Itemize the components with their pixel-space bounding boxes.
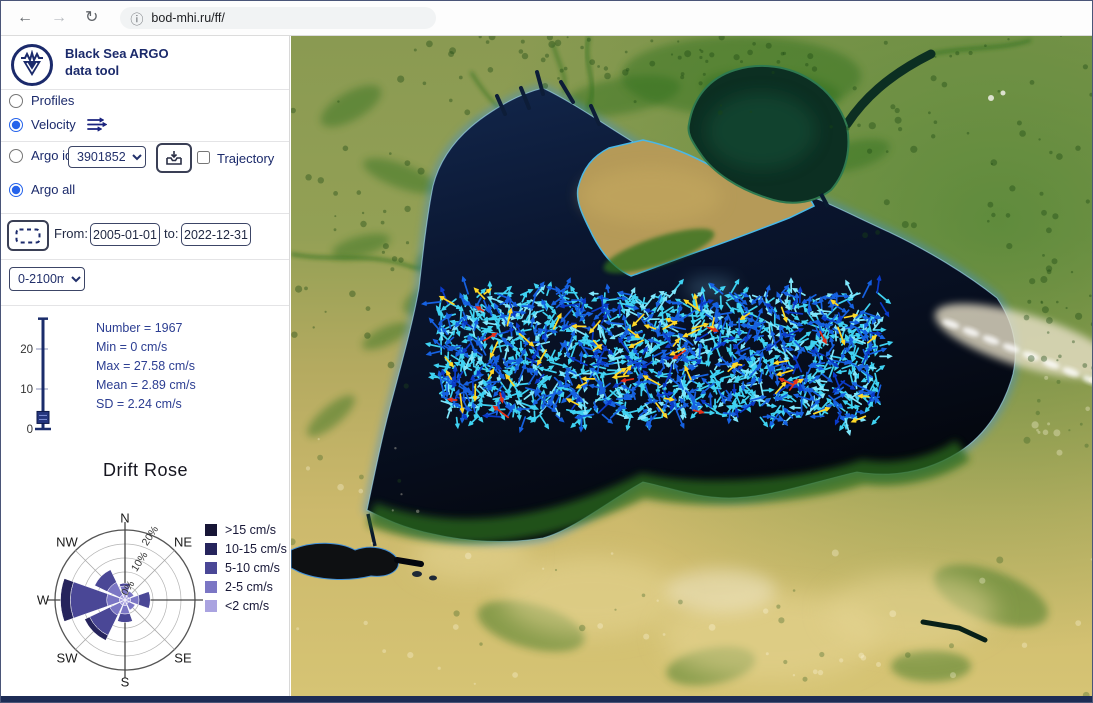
profiles-label: Profiles (31, 93, 74, 108)
slider-handle[interactable] (37, 411, 49, 423)
svg-text:SE: SE (174, 650, 192, 665)
legend-label: >15 cm/s (225, 523, 276, 537)
divider (1, 89, 289, 90)
legend-row: <2 cm/s (205, 596, 287, 615)
info-icon[interactable]: ⓘ (130, 9, 143, 28)
mode-velocity-option[interactable]: Velocity (9, 117, 110, 132)
legend-label: <2 cm/s (225, 599, 269, 613)
svg-text:10%: 10% (129, 550, 151, 574)
divider (1, 259, 289, 260)
svg-text:20%: 20% (140, 524, 162, 548)
legend-swatch (205, 543, 217, 555)
inbox-download-icon (165, 150, 183, 167)
argo-all-option[interactable]: Argo all (9, 182, 75, 197)
divider (1, 141, 289, 142)
argo-id-radio[interactable] (9, 149, 23, 163)
legend-swatch (205, 524, 217, 536)
svg-text:S: S (121, 675, 130, 690)
legend-label: 10-15 cm/s (225, 542, 287, 556)
svg-text:SW: SW (57, 650, 79, 665)
black-sea-map[interactable] (291, 36, 1093, 698)
velocity-arrows-icon (86, 117, 110, 132)
stat-sd: SD = 2.24 cm/s (96, 395, 196, 414)
stat-number: Number = 1967 (96, 319, 196, 338)
from-date-input[interactable] (90, 223, 160, 246)
trajectory-checkbox[interactable] (197, 151, 210, 164)
svg-text:0: 0 (27, 424, 33, 436)
area-select-button[interactable] (7, 220, 49, 251)
browser-toolbar: ← → ↻ ⓘ bod-mhi.ru/ff/ (1, 1, 1092, 36)
forward-icon[interactable]: → (51, 10, 67, 26)
drift-rose-legend: >15 cm/s 10-15 cm/s 5-10 cm/s 2-5 cm/s <… (205, 520, 287, 615)
argo-id-option[interactable]: Argo id: (9, 148, 76, 163)
back-icon[interactable]: ← (17, 10, 33, 26)
mode-profiles-option[interactable]: Profiles (9, 93, 74, 108)
stat-min: Min = 0 cm/s (96, 338, 196, 357)
argo-all-radio[interactable] (9, 183, 23, 197)
divider (1, 305, 289, 306)
app-title-line1: Black Sea ARGO (65, 45, 169, 62)
app-window: ← → ↻ ⓘ bod-mhi.ru/ff/ Black Sea ARGO da… (0, 0, 1093, 703)
svg-text:10: 10 (20, 384, 33, 396)
svg-text:20: 20 (20, 344, 33, 356)
app-title: Black Sea ARGO data tool (65, 45, 169, 79)
legend-swatch (205, 600, 217, 612)
depth-range-select[interactable]: 0-2100m (9, 267, 85, 291)
stat-mean: Mean = 2.89 cm/s (96, 376, 196, 395)
mhi-logo-icon (11, 44, 53, 86)
app-title-line2: data tool (65, 62, 169, 79)
argo-id-select[interactable]: 3901852 (68, 146, 146, 168)
speed-range-slider[interactable]: 20 10 0 (7, 313, 67, 441)
legend-label: 2-5 cm/s (225, 580, 273, 594)
profiles-radio[interactable] (9, 94, 23, 108)
legend-row: 5-10 cm/s (205, 558, 287, 577)
divider (1, 213, 289, 214)
selection-rectangle-icon (15, 228, 41, 244)
legend-swatch (205, 581, 217, 593)
from-label: From: (54, 226, 88, 241)
legend-swatch (205, 562, 217, 574)
window-bottom-edge (1, 696, 1092, 702)
sidebar: Black Sea ARGO data tool Profiles Veloci… (1, 36, 290, 698)
legend-row: 2-5 cm/s (205, 577, 287, 596)
argo-all-label: Argo all (31, 182, 75, 197)
address-bar[interactable]: ⓘ bod-mhi.ru/ff/ (120, 7, 436, 29)
drift-rose-title: Drift Rose (1, 460, 290, 481)
statistics-block: Number = 1967 Min = 0 cm/s Max = 27.58 c… (96, 319, 196, 414)
legend-row: 10-15 cm/s (205, 539, 287, 558)
stat-max: Max = 27.58 cm/s (96, 357, 196, 376)
svg-text:N: N (120, 511, 129, 526)
legend-row: >15 cm/s (205, 520, 287, 539)
svg-text:NE: NE (174, 535, 192, 550)
to-label: to: (164, 226, 178, 241)
to-date-input[interactable] (181, 223, 251, 246)
svg-text:W: W (37, 593, 50, 608)
reload-icon[interactable]: ↻ (85, 10, 98, 26)
legend-label: 5-10 cm/s (225, 561, 280, 575)
velocity-label: Velocity (31, 117, 76, 132)
svg-text:NW: NW (56, 535, 78, 550)
trajectory-label: Trajectory (217, 151, 274, 166)
url-text: bod-mhi.ru/ff/ (151, 11, 224, 25)
download-float-button[interactable] (156, 143, 192, 173)
velocity-radio[interactable] (9, 118, 23, 132)
